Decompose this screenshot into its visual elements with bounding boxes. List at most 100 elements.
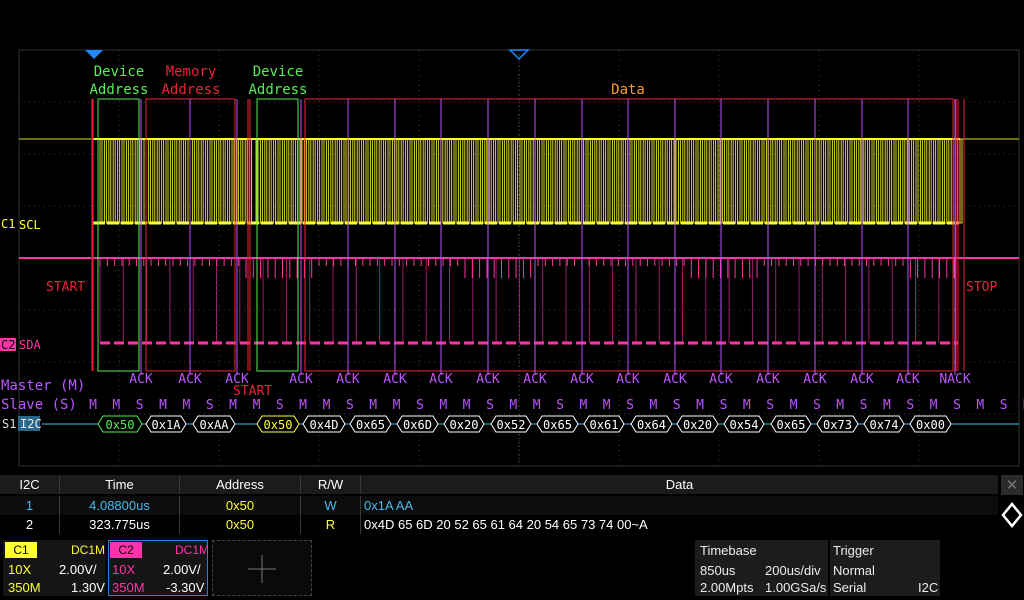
ack-label: ACK	[476, 372, 500, 387]
row-rw: W	[301, 496, 361, 515]
ch1-settings-box[interactable]: C1 DC1M 10X 2.00V/ 350M 1.30V	[3, 540, 105, 596]
diamond-nav-icon[interactable]	[1001, 500, 1023, 530]
ch2-marker: C2 SDA	[0, 338, 41, 352]
master-slave-flag: S	[206, 398, 214, 413]
master-slave-flag: S	[346, 398, 354, 413]
master-slave-flag: S	[720, 398, 728, 413]
row-data: 0x1A AA	[364, 498, 414, 513]
ch2-settings-box[interactable]: C2 DC1M 10X 2.00V/ 350M -3.30V	[108, 540, 209, 596]
row-time: 323.775us	[60, 515, 180, 534]
device-address-label-1-line1: Device	[94, 64, 145, 80]
trigger-mode: Normal	[833, 563, 875, 578]
trigger-source: I2C	[918, 580, 939, 595]
bus-byte-label: 0x52	[497, 418, 526, 432]
ch2-scale: 2.00V/	[163, 562, 201, 577]
device-address-label-1-line2: Address	[89, 82, 148, 98]
bus-byte-label: 0x74	[870, 418, 899, 432]
col-header-address[interactable]: Address	[180, 475, 301, 494]
ch1-bandwidth: 350M	[8, 580, 41, 595]
master-slave-flag: M	[533, 398, 541, 413]
plus-icon	[248, 555, 276, 583]
ack-label: ACK	[850, 372, 874, 387]
device-address-label-2-line2: Address	[248, 82, 307, 98]
sda-waveform	[19, 257, 1019, 345]
decode-table[interactable]: I2C Time Address R/W Data 1 4.08800us 0x…	[0, 475, 1024, 535]
master-slave-flag: M	[299, 398, 307, 413]
bus-name-label: I2C	[20, 417, 42, 431]
ch2-badge: C2	[110, 542, 142, 558]
bus-byte-label: 0x61	[590, 418, 619, 432]
col-header-i2c[interactable]: I2C	[0, 475, 60, 494]
ch2-bandwidth: 350M	[112, 580, 145, 595]
master-slave-flag: M	[89, 398, 97, 413]
master-slave-flag: M	[883, 398, 891, 413]
master-slave-flag: M	[743, 398, 751, 413]
master-slave-flag: M	[509, 398, 517, 413]
ack-label: ACK	[289, 372, 313, 387]
ch1-probe: 10X	[8, 562, 32, 577]
master-slave-flag: S	[1000, 398, 1008, 413]
master-slave-flag: M	[253, 398, 261, 413]
master-slave-flag: S	[276, 398, 284, 413]
ack-label: ACK	[896, 372, 920, 387]
bus-byte-label: 0x54	[730, 418, 759, 432]
ack-label: ACK	[803, 372, 827, 387]
memory-address-label-line1: Memory	[166, 64, 217, 80]
ch2-offset: -3.30V	[166, 580, 205, 595]
sda-glitches	[99, 258, 955, 278]
waveform-display[interactable]: Device Address Memory Address Device Add…	[0, 0, 1024, 470]
col-header-rw[interactable]: R/W	[301, 475, 361, 494]
bus-byte-label: 0x1A	[152, 418, 182, 432]
bus-byte-label: 0x20	[683, 418, 712, 432]
master-slave-flag: M	[112, 398, 120, 413]
ack-label: NACK	[939, 372, 970, 387]
memory-address-label-line2: Address	[161, 82, 220, 98]
master-slave-flag: S	[906, 398, 914, 413]
trigger-title: Trigger	[833, 543, 874, 558]
row-index: 1	[0, 496, 60, 515]
master-slave-flag: M	[696, 398, 704, 413]
col-header-data[interactable]: Data	[361, 475, 998, 494]
row-rw: R	[301, 515, 361, 534]
master-slave-flag: M	[790, 398, 798, 413]
timebase-memory: 2.00Mpts	[700, 580, 754, 595]
table-header-row: I2C Time Address R/W Data	[0, 475, 998, 494]
add-channel-button[interactable]	[212, 540, 312, 596]
ack-label: ACK	[383, 372, 407, 387]
col-header-time[interactable]: Time	[60, 475, 180, 494]
master-label: Master (M)	[1, 378, 85, 394]
ch1-name-label: SCL	[19, 218, 41, 232]
timebase-delay: 850us	[700, 563, 736, 578]
ch1-marker: C1 SCL	[1, 217, 41, 232]
ack-label: ACK	[129, 372, 153, 387]
close-icon[interactable]: ✕	[1001, 475, 1023, 495]
bus-byte-label: 0x00	[916, 418, 945, 432]
status-bar: C1 DC1M 10X 2.00V/ 350M 1.30V C2 DC1M 10…	[0, 538, 1024, 600]
master-slave-flag: S	[136, 398, 144, 413]
master-slave-flag: S	[416, 398, 424, 413]
device-address-label-2-line1: Device	[253, 64, 304, 80]
ack-label: ACK	[663, 372, 687, 387]
master-slave-flag: S	[556, 398, 564, 413]
bus-byte-label: 0x4D	[310, 418, 339, 432]
table-row[interactable]: 2 323.775us 0x50 R 0x4D 65 6D 20 52 65 6…	[0, 515, 998, 534]
bus-byte-label: 0x50	[106, 418, 135, 432]
master-slave-flag: M	[649, 398, 657, 413]
trigger-type: Serial	[833, 580, 867, 595]
timebase-title: Timebase	[700, 543, 757, 558]
trigger-panel[interactable]: Trigger Normal Serial I2C	[830, 540, 940, 596]
timebase-rate: 1.00GSa/s	[765, 580, 827, 595]
ack-label: ACK	[570, 372, 594, 387]
master-slave-flag: M	[463, 398, 471, 413]
master-slave-flag: S	[953, 398, 961, 413]
master-slave-flag: M	[579, 398, 587, 413]
timebase-panel[interactable]: Timebase 850us 200us/div 2.00Mpts 1.00GS…	[695, 540, 828, 596]
timebase-scale: 200us/div	[765, 563, 821, 578]
bus-byte-label: 0x65	[356, 418, 385, 432]
ch1-badge: C1	[5, 542, 37, 558]
ch1-scale: 2.00V/	[59, 562, 97, 577]
master-slave-flag: M	[603, 398, 611, 413]
master-slave-flag: M	[976, 398, 984, 413]
table-row[interactable]: 1 4.08800us 0x50 W 0x1A AA	[0, 496, 998, 515]
row-time: 4.08800us	[60, 496, 180, 515]
